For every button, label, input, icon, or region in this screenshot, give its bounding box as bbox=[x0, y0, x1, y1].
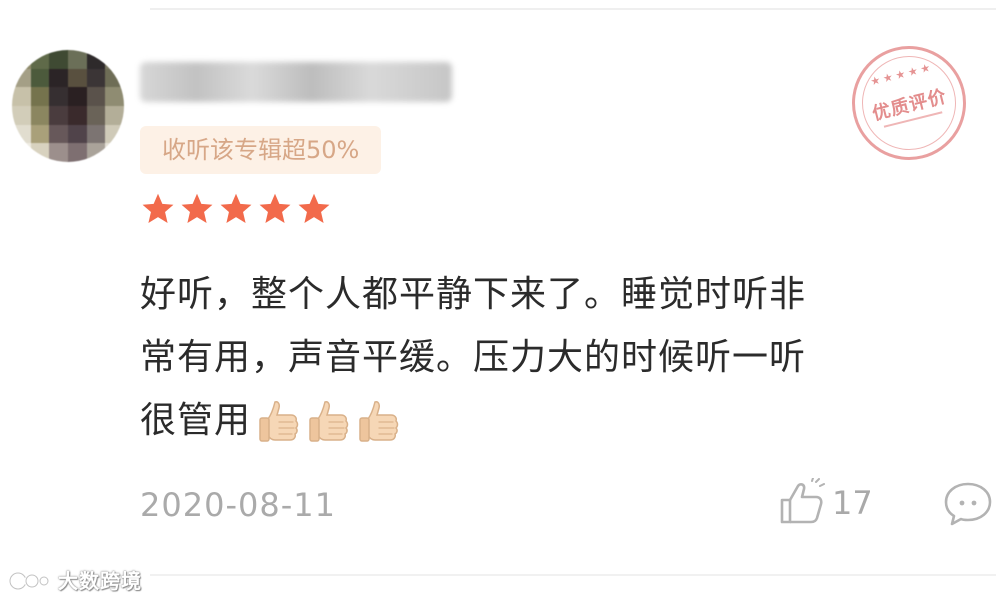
bottom-divider bbox=[150, 574, 996, 576]
brand-logo-icon bbox=[8, 571, 50, 591]
avatar[interactable] bbox=[12, 50, 124, 162]
like-count: 17 bbox=[832, 484, 873, 522]
review-line: 好听，整个人都平静下来了。睡觉时听非 bbox=[140, 274, 807, 315]
star-icon bbox=[181, 193, 213, 223]
thumbs-up-outline-icon bbox=[780, 478, 825, 524]
top-divider bbox=[150, 8, 996, 10]
thumbs-up-emojis bbox=[255, 398, 403, 446]
review-date: 2020-08-11 bbox=[140, 486, 336, 524]
star-icon bbox=[259, 193, 291, 223]
thumbs-up-icon bbox=[259, 401, 299, 442]
star-icon bbox=[220, 193, 252, 223]
watermark: 大数跨境 bbox=[8, 568, 142, 594]
quality-review-stamp: ★★★★★ 优质评价 bbox=[839, 33, 979, 173]
star-rating bbox=[140, 191, 332, 227]
star-icon bbox=[298, 193, 330, 223]
thumbs-up-icon bbox=[309, 401, 349, 442]
comment-bubble-icon[interactable] bbox=[942, 480, 994, 528]
review-text: 好听，整个人都平静下来了。睡觉时听非 常有用，声音平缓。压力大的时候听一听 很管… bbox=[140, 263, 960, 452]
listen-progress-badge: 收听该专辑超50% bbox=[140, 126, 382, 174]
star-icon bbox=[142, 193, 174, 223]
thumbs-up-icon bbox=[359, 401, 399, 442]
review-line: 很管用 bbox=[140, 389, 960, 452]
review-line: 常有用，声音平缓。压力大的时候听一听 bbox=[140, 337, 807, 378]
like-button[interactable]: 17 bbox=[776, 478, 873, 528]
review-line-text: 很管用 bbox=[140, 400, 252, 441]
user-nickname[interactable]: █████ ████████ bbox=[140, 62, 452, 102]
watermark-text: 大数跨境 bbox=[58, 569, 142, 593]
